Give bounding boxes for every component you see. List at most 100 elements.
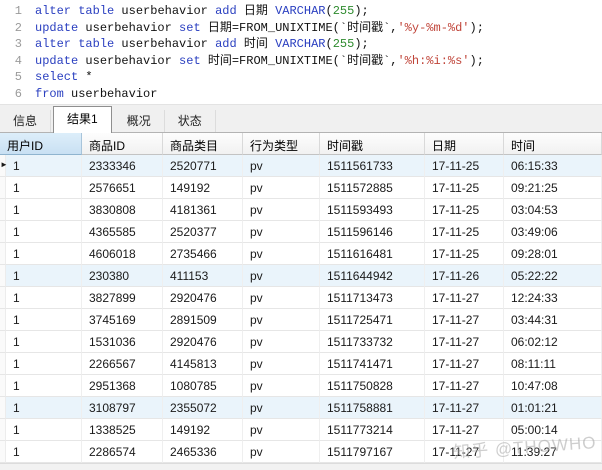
table-cell[interactable]: 4365585: [82, 221, 163, 243]
table-cell[interactable]: 1338525: [82, 419, 163, 441]
table-cell[interactable]: pv: [243, 243, 320, 265]
table-cell[interactable]: 3745169: [82, 309, 163, 331]
table-cell[interactable]: 1: [6, 265, 82, 287]
table-cell[interactable]: pv: [243, 177, 320, 199]
table-cell[interactable]: 05:22:22: [504, 265, 602, 287]
table-cell[interactable]: 06:02:12: [504, 331, 602, 353]
table-cell[interactable]: pv: [243, 221, 320, 243]
table-cell[interactable]: 17-11-27: [425, 353, 504, 375]
table-cell[interactable]: 17-11-27: [425, 331, 504, 353]
tab-result-1[interactable]: 结果1: [53, 106, 112, 133]
table-cell[interactable]: 17-11-25: [425, 221, 504, 243]
table-cell[interactable]: 17-11-25: [425, 243, 504, 265]
table-cell[interactable]: 03:04:53: [504, 199, 602, 221]
table-cell[interactable]: 10:47:08: [504, 375, 602, 397]
table-cell[interactable]: 2735466: [163, 243, 243, 265]
table-cell[interactable]: pv: [243, 375, 320, 397]
table-cell[interactable]: 1: [6, 221, 82, 243]
table-cell[interactable]: 1511593493: [320, 199, 425, 221]
table-cell[interactable]: 2920476: [163, 287, 243, 309]
tab-status[interactable]: 状态: [165, 110, 216, 132]
table-cell[interactable]: 09:28:01: [504, 243, 602, 265]
table-cell[interactable]: 09:21:25: [504, 177, 602, 199]
column-header-4[interactable]: 行为类型: [243, 133, 320, 155]
table-cell[interactable]: 17-11-27: [425, 375, 504, 397]
table-cell[interactable]: 1: [6, 397, 82, 419]
code-line[interactable]: 4update userbehavior set 时间=FROM_UNIXTIM…: [0, 53, 602, 70]
code-line[interactable]: 3alter table userbehavior add 时间 VARCHAR…: [0, 36, 602, 53]
code-line[interactable]: 6from userbehavior: [0, 86, 602, 103]
table-cell[interactable]: pv: [243, 199, 320, 221]
table-cell[interactable]: 1511616481: [320, 243, 425, 265]
table-cell[interactable]: 1: [6, 287, 82, 309]
table-cell[interactable]: 17-11-27: [425, 287, 504, 309]
table-cell[interactable]: 2355072: [163, 397, 243, 419]
table-cell[interactable]: 1531036: [82, 331, 163, 353]
table-cell[interactable]: 08:11:11: [504, 353, 602, 375]
table-cell[interactable]: 01:01:21: [504, 397, 602, 419]
table-cell[interactable]: 4181361: [163, 199, 243, 221]
table-cell[interactable]: pv: [243, 353, 320, 375]
code-line[interactable]: 1alter table userbehavior add 日期 VARCHAR…: [0, 3, 602, 20]
table-cell[interactable]: 2520377: [163, 221, 243, 243]
table-cell[interactable]: 1: [6, 375, 82, 397]
table-cell[interactable]: 2465336: [163, 441, 243, 463]
table-cell[interactable]: 1511773214: [320, 419, 425, 441]
table-cell[interactable]: pv: [243, 331, 320, 353]
table-cell[interactable]: 1511758881: [320, 397, 425, 419]
table-cell[interactable]: 1511596146: [320, 221, 425, 243]
table-cell[interactable]: 3827899: [82, 287, 163, 309]
table-cell[interactable]: 230380: [82, 265, 163, 287]
table-cell[interactable]: 4145813: [163, 353, 243, 375]
column-header-3[interactable]: 商品类目: [163, 133, 243, 155]
table-cell[interactable]: 1: [6, 353, 82, 375]
table-cell[interactable]: 1: [6, 419, 82, 441]
table-cell[interactable]: pv: [243, 265, 320, 287]
sql-editor[interactable]: 1alter table userbehavior add 日期 VARCHAR…: [0, 0, 602, 104]
table-cell[interactable]: 3108797: [82, 397, 163, 419]
column-header-2[interactable]: 商品ID: [82, 133, 163, 155]
table-cell[interactable]: 2520771: [163, 155, 243, 177]
table-cell[interactable]: 1511750828: [320, 375, 425, 397]
table-cell[interactable]: 1: [6, 309, 82, 331]
table-cell[interactable]: 17-11-27: [425, 309, 504, 331]
table-cell[interactable]: 1: [6, 441, 82, 463]
table-cell[interactable]: 2951368: [82, 375, 163, 397]
table-cell[interactable]: 06:15:33: [504, 155, 602, 177]
table-cell[interactable]: 17-11-27: [425, 397, 504, 419]
table-cell[interactable]: 03:49:06: [504, 221, 602, 243]
table-cell[interactable]: 2576651: [82, 177, 163, 199]
table-cell[interactable]: 17-11-27: [425, 441, 504, 463]
code-line[interactable]: 5select *: [0, 69, 602, 86]
table-cell[interactable]: 1511572885: [320, 177, 425, 199]
table-cell[interactable]: 1: [6, 155, 82, 177]
table-cell[interactable]: 1: [6, 331, 82, 353]
table-cell[interactable]: 1080785: [163, 375, 243, 397]
table-cell[interactable]: 1511733732: [320, 331, 425, 353]
table-cell[interactable]: 05:00:14: [504, 419, 602, 441]
code-line[interactable]: 2update userbehavior set 日期=FROM_UNIXTIM…: [0, 20, 602, 37]
table-cell[interactable]: pv: [243, 441, 320, 463]
table-cell[interactable]: 1511797167: [320, 441, 425, 463]
table-cell[interactable]: 1511561733: [320, 155, 425, 177]
table-cell[interactable]: 17-11-25: [425, 199, 504, 221]
table-cell[interactable]: pv: [243, 309, 320, 331]
column-header-5[interactable]: 时间戳: [320, 133, 425, 155]
table-cell[interactable]: 17-11-27: [425, 419, 504, 441]
table-cell[interactable]: 17-11-25: [425, 155, 504, 177]
table-cell[interactable]: pv: [243, 287, 320, 309]
table-cell[interactable]: 2266567: [82, 353, 163, 375]
column-header-6[interactable]: 日期: [425, 133, 504, 155]
table-cell[interactable]: 11:39:27: [504, 441, 602, 463]
table-cell[interactable]: 2920476: [163, 331, 243, 353]
tab-info[interactable]: 信息: [0, 110, 51, 132]
table-cell[interactable]: 1: [6, 199, 82, 221]
table-cell[interactable]: 149192: [163, 419, 243, 441]
table-cell[interactable]: 4606018: [82, 243, 163, 265]
table-cell[interactable]: 17-11-26: [425, 265, 504, 287]
table-cell[interactable]: pv: [243, 397, 320, 419]
table-cell[interactable]: 149192: [163, 177, 243, 199]
table-cell[interactable]: 2286574: [82, 441, 163, 463]
table-cell[interactable]: pv: [243, 155, 320, 177]
table-cell[interactable]: 1511713473: [320, 287, 425, 309]
